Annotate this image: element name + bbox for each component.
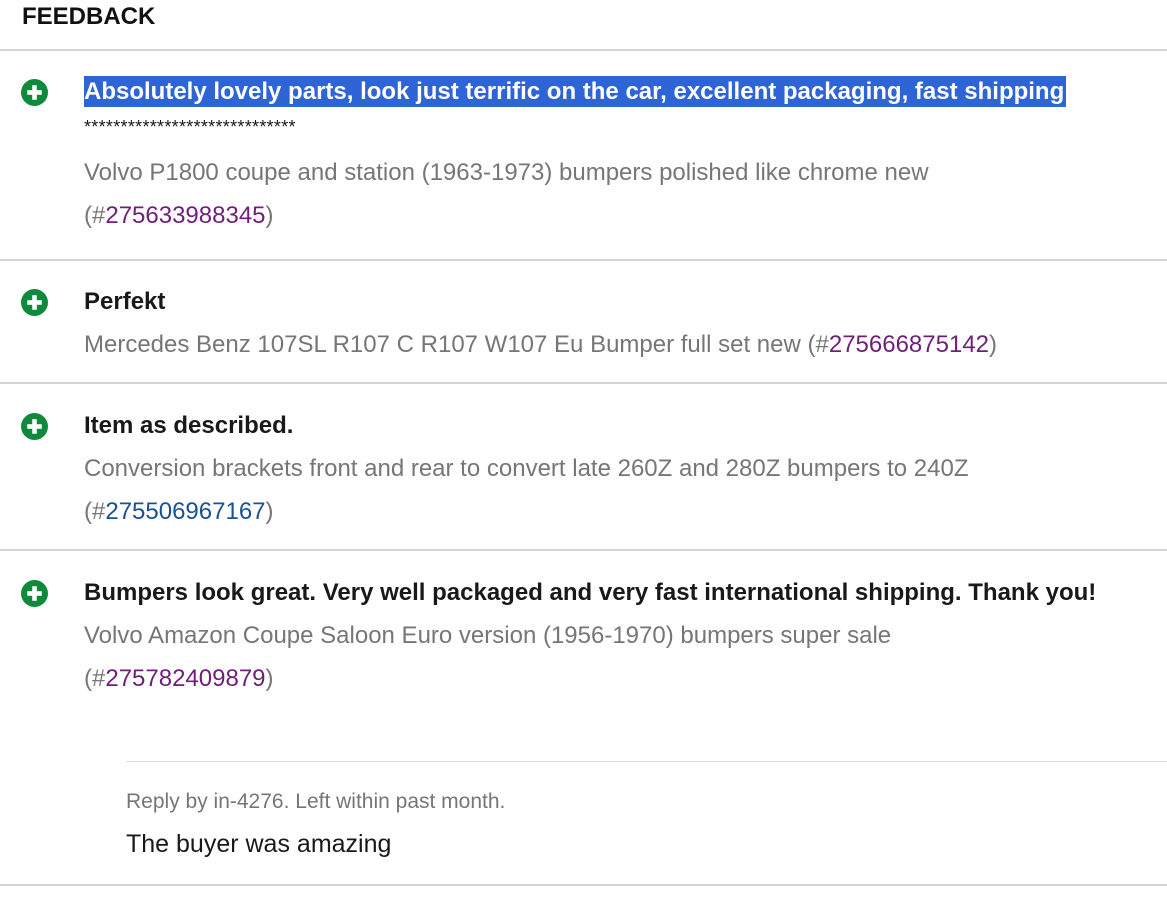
positive-feedback-plus-icon [21,289,48,316]
item-title: Mercedes Benz 107SL R107 C R107 W107 Eu … [84,331,801,358]
item-number-link[interactable]: 275633988345 [105,202,265,229]
divider [0,49,1167,51]
feedback-content: Absolutely lovely parts, look just terri… [84,70,1162,237]
feedback-content: Perfekt Mercedes Benz 107SL R107 C R107 … [84,280,1162,366]
feedback-content: Bumpers look great. Very well packaged a… [84,571,1162,700]
divider [0,884,1167,886]
feedback-item: Volvo Amazon Coupe Saloon Euro version (… [84,622,892,692]
reply-text: The buyer was amazing [126,830,392,858]
positive-feedback-plus-icon [21,580,48,607]
positive-feedback-plus-icon [21,413,48,440]
feedback-heading: FEEDBACK [22,3,156,30]
item-number-link[interactable]: 275506967167 [105,498,265,525]
feedback-stars: ***************************** [84,117,296,137]
item-number-link[interactable]: 275782409879 [105,665,265,692]
item-title: Conversion brackets front and rear to co… [84,455,969,482]
divider [0,549,1167,551]
item-title: Volvo Amazon Coupe Saloon Euro version (… [84,622,892,649]
item-number-link[interactable]: 275666875142 [829,331,989,358]
feedback-comment: Bumpers look great. Very well packaged a… [84,579,1097,606]
divider [0,259,1167,261]
feedback-item: Conversion brackets front and rear to co… [84,455,969,525]
positive-feedback-plus-icon [21,79,48,106]
feedback-comment: Perfekt [84,288,166,315]
reply-meta: Reply by in-4276. Left within past month… [126,790,506,813]
feedback-comment: Item as described. [84,412,294,439]
feedback-item: Mercedes Benz 107SL R107 C R107 W107 Eu … [84,331,998,358]
item-title: Volvo P1800 coupe and station (1963-1973… [84,159,929,186]
feedback-item: Volvo P1800 coupe and station (1963-1973… [84,159,929,229]
feedback-comment: Absolutely lovely parts, look just terri… [84,76,1067,107]
divider [0,382,1167,384]
feedback-content: Item as described. Conversion brackets f… [84,404,1162,533]
seller-reply: Reply by in-4276. Left within past month… [126,761,1167,859]
